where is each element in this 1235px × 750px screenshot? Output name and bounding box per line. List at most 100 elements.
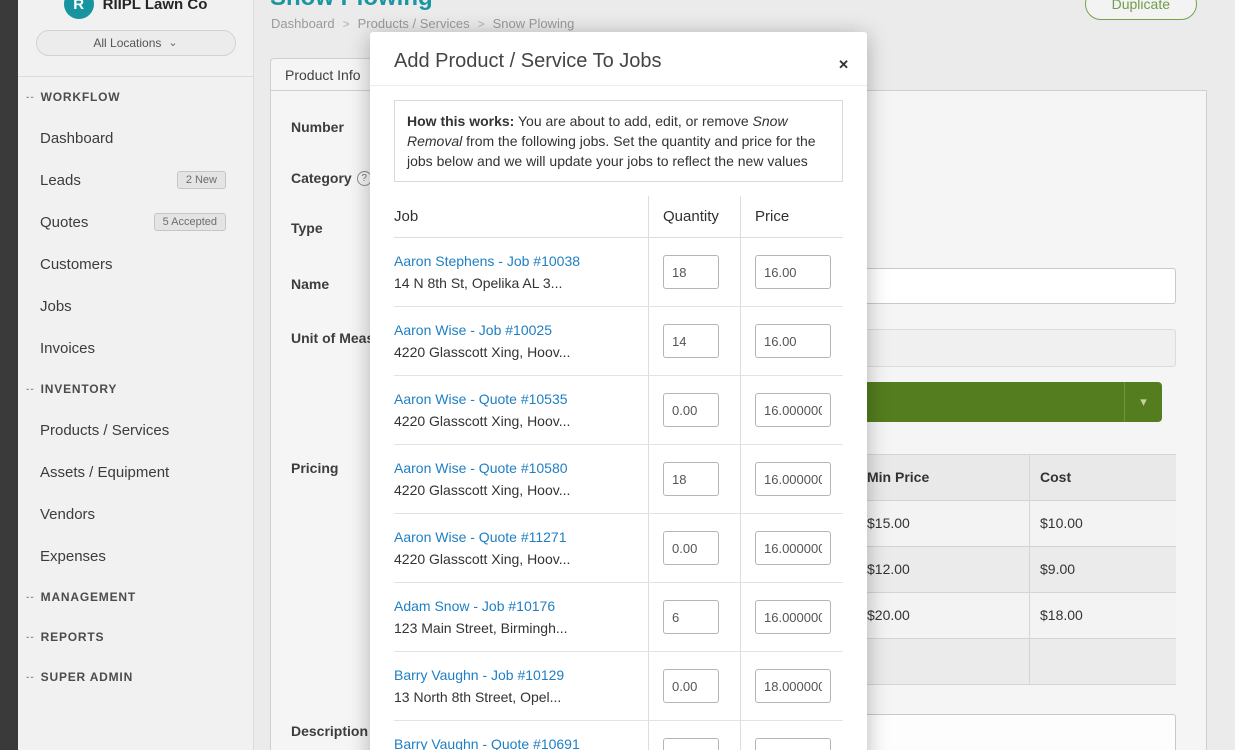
job-link[interactable]: Aaron Wise - Quote #10535 <box>394 388 638 410</box>
type-label: Type <box>291 220 323 236</box>
breadcrumb-separator: > <box>343 17 350 31</box>
job-column-header: Job <box>394 196 648 237</box>
section-label: SUPER ADMIN <box>41 670 133 684</box>
price-input[interactable] <box>755 738 831 750</box>
section-dash-icon: -- <box>26 384 35 395</box>
name-label: Name <box>291 276 329 292</box>
sidebar-item-vendors[interactable]: Vendors <box>18 493 253 535</box>
job-row: Aaron Wise - Quote #10535 4220 Glasscott… <box>394 376 843 445</box>
sidebar-item-label: Assets / Equipment <box>40 464 169 481</box>
sidebar-item-assets-equipment[interactable]: Assets / Equipment <box>18 451 253 493</box>
sidebar-item-label: Leads <box>40 172 81 189</box>
sidebar-item-dashboard[interactable]: Dashboard <box>18 117 253 159</box>
modal-body: How this works: You are about to add, ed… <box>370 86 867 750</box>
sidebar-item-label: Dashboard <box>40 130 113 147</box>
note-body-2: from the following jobs. Set the quantit… <box>407 133 816 169</box>
location-selector[interactable]: All Locations ⌄ <box>36 30 236 56</box>
job-link[interactable]: Aaron Wise - Job #10025 <box>394 319 638 341</box>
quantity-input[interactable] <box>663 255 719 289</box>
quantity-input[interactable] <box>663 531 719 565</box>
section-label: WORKFLOW <box>41 90 121 104</box>
job-address: 13 North 8th Street, Opel... <box>394 686 638 708</box>
section-dash-icon: -- <box>26 672 35 683</box>
chevron-down-icon: ⌄ <box>168 38 177 49</box>
job-link[interactable]: Barry Vaughn - Quote #10691 <box>394 733 638 750</box>
sidebar: R RIIPL Lawn Co All Locations ⌄ -- WORKF… <box>0 0 254 750</box>
breadcrumb-separator: > <box>478 17 485 31</box>
job-row: Aaron Stephens - Job #10038 14 N 8th St,… <box>394 238 843 307</box>
price-input[interactable] <box>755 255 831 289</box>
section-header-reports[interactable]: -- REPORTS <box>18 617 253 657</box>
sidebar-item-products-services[interactable]: Products / Services <box>18 409 253 451</box>
sidebar-item-label: Customers <box>40 256 113 273</box>
quantity-input[interactable] <box>663 462 719 496</box>
how-this-works-note: How this works: You are about to add, ed… <box>394 100 843 182</box>
quantity-column-header: Quantity <box>648 196 740 237</box>
job-address: 4220 Glasscott Xing, Hoov... <box>394 479 638 501</box>
cost-value: $9.00 <box>1029 547 1176 592</box>
jobs-table-header: Job Quantity Price <box>394 196 843 238</box>
chevron-down-icon: ▾ <box>1124 382 1162 422</box>
section-label: INVENTORY <box>41 382 118 396</box>
price-input[interactable] <box>755 531 831 565</box>
sidebar-accent-strip <box>0 0 18 750</box>
section-header-workflow[interactable]: -- WORKFLOW <box>18 77 253 117</box>
job-address: 4220 Glasscott Xing, Hoov... <box>394 548 638 570</box>
job-link[interactable]: Aaron Wise - Quote #11271 <box>394 526 638 548</box>
company-name: RIIPL Lawn Co <box>103 0 208 13</box>
modal-title: Add Product / Service To Jobs <box>394 50 843 73</box>
sidebar-item-invoices[interactable]: Invoices <box>18 327 253 369</box>
job-address: 4220 Glasscott Xing, Hoov... <box>394 410 638 432</box>
note-body-1: You are about to add, edit, or remove <box>514 113 752 129</box>
price-input[interactable] <box>755 669 831 703</box>
cost-value <box>1029 639 1176 684</box>
sidebar-item-label: Invoices <box>40 340 95 357</box>
quantity-input[interactable] <box>663 738 719 750</box>
price-input[interactable] <box>755 324 831 358</box>
sidebar-item-expenses[interactable]: Expenses <box>18 535 253 577</box>
sidebar-item-quotes[interactable]: Quotes 5 Accepted <box>18 201 253 243</box>
quantity-input[interactable] <box>663 669 719 703</box>
section-label: REPORTS <box>41 630 105 644</box>
tab-product-info[interactable]: Product Info <box>270 58 382 91</box>
sidebar-item-leads[interactable]: Leads 2 New <box>18 159 253 201</box>
job-address: 14 N 8th St, Opelika AL 3... <box>394 272 638 294</box>
section-header-inventory[interactable]: -- INVENTORY <box>18 369 253 409</box>
job-link[interactable]: Aaron Wise - Quote #10580 <box>394 457 638 479</box>
sidebar-item-label: Expenses <box>40 548 106 565</box>
job-link[interactable]: Barry Vaughn - Job #10129 <box>394 664 638 686</box>
sidebar-item-label: Vendors <box>40 506 95 523</box>
number-label: Number <box>291 119 344 135</box>
location-selector-label: All Locations <box>93 36 161 50</box>
section-header-super-admin[interactable]: -- SUPER ADMIN <box>18 657 253 697</box>
sidebar-item-label: Quotes <box>40 214 88 231</box>
add-product-service-modal: Add Product / Service To Jobs ✕ How this… <box>370 32 867 750</box>
category-label: Category ? <box>291 170 372 186</box>
breadcrumb-products-services[interactable]: Products / Services <box>358 16 470 31</box>
job-link[interactable]: Aaron Stephens - Job #10038 <box>394 250 638 272</box>
price-input[interactable] <box>755 393 831 427</box>
price-input[interactable] <box>755 462 831 496</box>
job-row: Adam Snow - Job #10176 123 Main Street, … <box>394 583 843 652</box>
section-dash-icon: -- <box>26 592 35 603</box>
job-row: Barry Vaughn - Job #10129 13 North 8th S… <box>394 652 843 721</box>
duplicate-button[interactable]: Duplicate <box>1085 0 1197 20</box>
section-header-management[interactable]: -- MANAGEMENT <box>18 577 253 617</box>
note-lead: How this works: <box>407 113 514 129</box>
pricing-label: Pricing <box>291 460 338 476</box>
sidebar-item-jobs[interactable]: Jobs <box>18 285 253 327</box>
app-window: R RIIPL Lawn Co All Locations ⌄ -- WORKF… <box>0 0 1235 750</box>
quantity-input[interactable] <box>663 393 719 427</box>
section-dash-icon: -- <box>26 92 35 103</box>
quotes-badge: 5 Accepted <box>154 213 226 231</box>
company-logo-icon: R <box>64 0 94 19</box>
sidebar-item-customers[interactable]: Customers <box>18 243 253 285</box>
quantity-input[interactable] <box>663 324 719 358</box>
price-input[interactable] <box>755 600 831 634</box>
breadcrumb: Dashboard > Products / Services > Snow P… <box>271 16 574 31</box>
job-link[interactable]: Adam Snow - Job #10176 <box>394 595 638 617</box>
section-label: MANAGEMENT <box>41 590 136 604</box>
close-icon[interactable]: ✕ <box>838 58 849 71</box>
quantity-input[interactable] <box>663 600 719 634</box>
breadcrumb-dashboard[interactable]: Dashboard <box>271 16 335 31</box>
